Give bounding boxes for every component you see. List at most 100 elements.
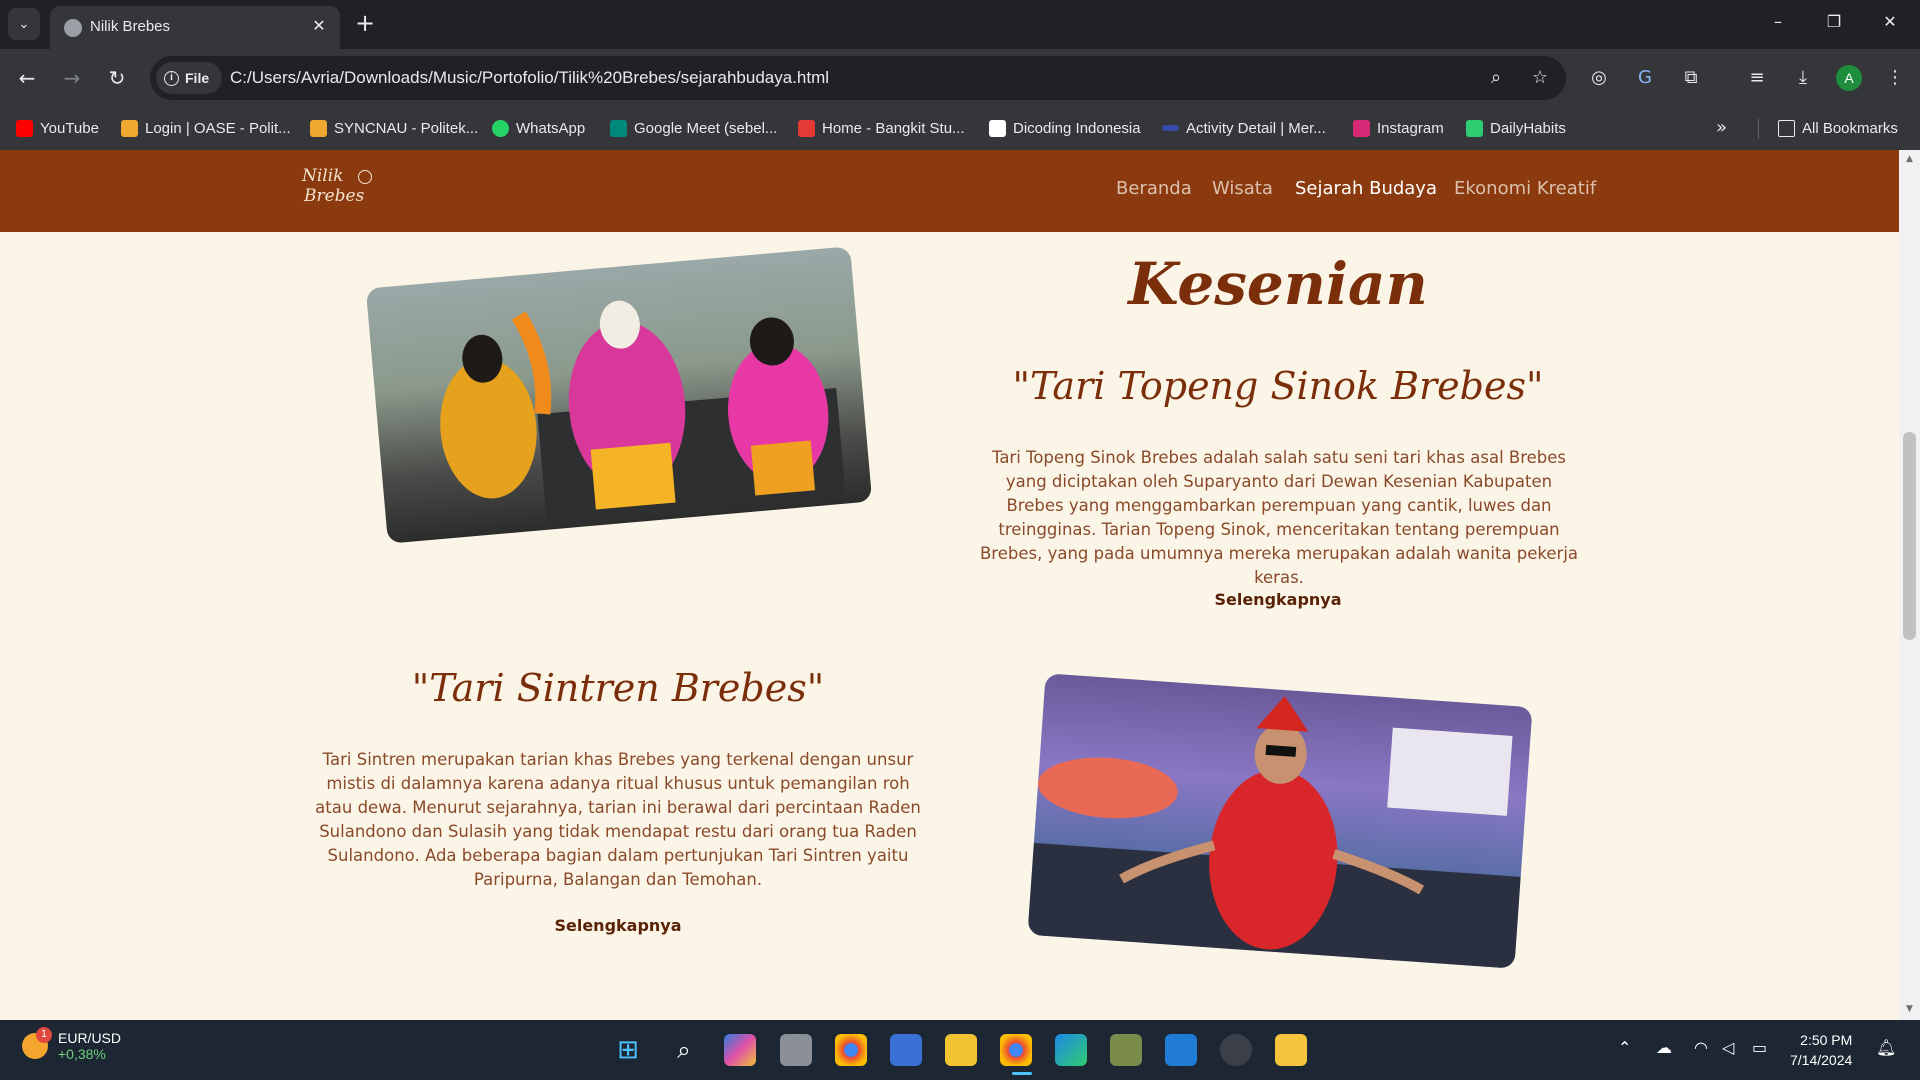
item-title: "Tari Topeng Sinok Brebes" <box>1012 364 1544 408</box>
scroll-up-arrow-icon[interactable]: ▲ <box>1904 154 1915 164</box>
edge-icon[interactable] <box>1055 1034 1087 1066</box>
menu-kebab-icon[interactable]: ⋮ <box>1882 65 1908 91</box>
battery-icon[interactable]: ▭ <box>1752 1038 1767 1057</box>
vscode-icon[interactable] <box>1165 1034 1197 1066</box>
download-icon[interactable]: ⤓ <box>1790 65 1816 91</box>
bookmark-label: Google Meet (sebel... <box>634 119 778 137</box>
bookmark-dailyhabits[interactable]: DailyHabits <box>1466 117 1566 139</box>
all-bookmarks-label: All Bookmarks <box>1802 119 1898 137</box>
tari-topeng-photo <box>365 246 873 544</box>
nav-link-ekonomi-kreatif[interactable]: Ekonomi Kreatif <box>1454 178 1596 199</box>
bookmark-google-meet[interactable]: Google Meet (sebel... <box>610 117 777 139</box>
tray-chevron-icon[interactable]: ⌃ <box>1618 1038 1631 1057</box>
widget-pair: EUR/USD <box>58 1030 122 1046</box>
browser-toolbar: ← → ↻ i File C:/Users/Avria/Downloads/Mu… <box>0 49 1920 107</box>
tari-topeng-illustration <box>440 300 846 524</box>
bookmark-youtube[interactable]: YouTube <box>16 117 99 139</box>
google-meet-icon <box>610 119 627 137</box>
bookmark-bangkit[interactable]: Home - Bangkit Stu... <box>798 117 965 139</box>
close-tab-icon[interactable]: ✕ <box>308 15 330 37</box>
item-description: Tari Topeng Sinok Brebes adalah salah sa… <box>979 448 1579 587</box>
clock-date: 7/14/2024 <box>1790 1052 1853 1068</box>
bookmark-label: WhatsApp <box>516 119 586 137</box>
bookmark-label: Home - Bangkit Stu... <box>822 119 965 137</box>
address-bar[interactable]: i File C:/Users/Avria/Downloads/Music/Po… <box>150 56 1566 100</box>
app-icon[interactable] <box>1110 1034 1142 1066</box>
selengkapnya-link[interactable]: Selengkapnya <box>308 916 928 935</box>
more-bookmarks-chevron-icon[interactable]: » <box>1716 117 1727 138</box>
file-explorer-icon[interactable] <box>945 1034 977 1066</box>
syncnau-icon <box>310 119 327 137</box>
chrome-profile-icon[interactable] <box>1000 1034 1032 1066</box>
media-player-icon[interactable] <box>1220 1034 1252 1066</box>
reload-icon[interactable]: ↻ <box>102 63 132 93</box>
instagram-icon <box>1353 119 1370 137</box>
windows-taskbar: 1 EUR/USD +0,38% ⊞ ⌕ ⌃ ☁ ◠ ◁ ▭ 2:50 PM 7… <box>0 1020 1920 1080</box>
onedrive-icon[interactable]: ☁ <box>1656 1038 1672 1057</box>
search-icon[interactable]: ⌕ <box>668 1034 700 1066</box>
scroll-down-arrow-icon[interactable]: ▼ <box>1904 1004 1915 1014</box>
bookmark-dicoding[interactable]: Dicoding Indonesia <box>989 117 1141 139</box>
whatsapp-icon <box>492 119 509 137</box>
new-tab-button[interactable]: + <box>352 10 378 36</box>
bookmark-whatsapp[interactable]: WhatsApp <box>492 117 585 139</box>
task-view-icon[interactable] <box>780 1034 812 1066</box>
volume-icon[interactable]: ◁ <box>1722 1038 1734 1057</box>
page-viewport: Nilik Brebes Beranda Wisata Sejarah Buda… <box>0 150 1920 1020</box>
bookmark-label: SYNCNAU - Politek... <box>334 119 479 137</box>
site-navbar: Nilik Brebes Beranda Wisata Sejarah Buda… <box>0 150 1899 232</box>
bangkit-icon <box>798 119 815 137</box>
active-app-indicator <box>1012 1072 1032 1075</box>
clock-time: 2:50 PM <box>1800 1032 1853 1048</box>
site-info-chip[interactable]: i File <box>156 62 222 94</box>
tab-title: Nilik Brebes <box>90 18 171 35</box>
bookmark-oase[interactable]: Login | OASE - Polit... <box>121 117 291 139</box>
bookmark-instagram[interactable]: Instagram <box>1353 117 1444 139</box>
all-bookmarks-button[interactable]: All Bookmarks <box>1778 117 1898 139</box>
tab-search-chevron-icon[interactable]: ⌄ <box>8 8 40 40</box>
site-logo[interactable]: Nilik Brebes <box>302 166 384 218</box>
notification-bell-icon[interactable]: 🔔︎ <box>1876 1038 1896 1057</box>
merdeka-icon <box>1162 125 1179 131</box>
bookmarks-bar: YouTube Login | OASE - Polit... SYNCNAU … <box>0 107 1920 150</box>
dicoding-icon <box>989 119 1006 137</box>
close-window-icon[interactable]: ✕ <box>1878 10 1902 34</box>
widget-badge: 1 <box>36 1027 52 1043</box>
copilot-icon[interactable] <box>724 1034 756 1066</box>
nav-link-wisata[interactable]: Wisata <box>1212 178 1273 199</box>
media-control-icon[interactable]: ≡ <box>1744 65 1770 91</box>
youtube-icon <box>16 119 33 137</box>
zoom-icon[interactable]: ⌕ <box>1484 66 1508 90</box>
notes-app-icon[interactable] <box>1275 1034 1307 1066</box>
nav-link-sejarah-budaya[interactable]: Sejarah Budaya <box>1295 178 1437 199</box>
file-label: File <box>185 70 210 86</box>
selengkapnya-link[interactable]: Selengkapnya <box>978 590 1578 609</box>
google-translate-icon[interactable]: G <box>1632 65 1658 91</box>
bookmark-syncnau[interactable]: SYNCNAU - Politek... <box>310 117 478 139</box>
restore-icon[interactable]: ❐ <box>1822 10 1846 34</box>
widget-sun-icon: 1 <box>22 1027 52 1059</box>
chrome-icon[interactable] <box>835 1034 867 1066</box>
back-arrow-icon[interactable]: ← <box>12 63 42 93</box>
profile-avatar[interactable]: A <box>1836 65 1862 91</box>
scroll-thumb[interactable] <box>1903 432 1916 640</box>
url-text[interactable]: C:/Users/Avria/Downloads/Music/Portofoli… <box>230 68 829 88</box>
microsoft-store-icon[interactable] <box>890 1034 922 1066</box>
page-scrollbar[interactable]: ▲ ▼ <box>1899 150 1920 1020</box>
minimize-icon[interactable]: – <box>1766 10 1790 34</box>
bookmark-star-icon[interactable]: ☆ <box>1528 66 1552 90</box>
weather-currency-widget[interactable]: 1 EUR/USD +0,38% <box>22 1027 122 1062</box>
system-clock[interactable]: 2:50 PM 7/14/2024 <box>1790 1030 1852 1070</box>
forward-arrow-icon[interactable]: → <box>57 63 87 93</box>
wifi-icon[interactable]: ◠ <box>1694 1038 1708 1057</box>
section-title: Kesenian <box>1128 250 1428 318</box>
extension-glasses-icon[interactable]: ◎ <box>1586 65 1612 91</box>
browser-tab[interactable]: Nilik Brebes ✕ <box>50 6 340 49</box>
extensions-puzzle-icon[interactable]: ⧉ <box>1678 65 1704 91</box>
bookmark-merdeka[interactable]: Activity Detail | Mer... <box>1162 117 1326 139</box>
bookmark-label: YouTube <box>40 119 99 137</box>
tab-strip: ⌄ Nilik Brebes ✕ + – ❐ ✕ <box>0 0 1920 49</box>
nav-link-beranda[interactable]: Beranda <box>1116 178 1192 199</box>
oase-icon <box>121 119 138 137</box>
windows-start-icon[interactable]: ⊞ <box>612 1034 644 1066</box>
